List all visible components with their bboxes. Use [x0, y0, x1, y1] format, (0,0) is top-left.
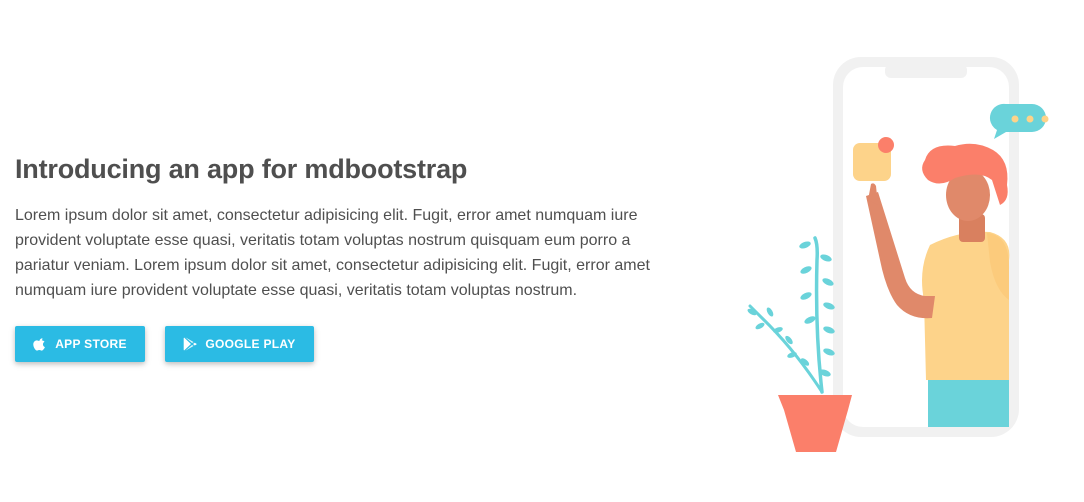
app-store-button[interactable]: APP STORE	[15, 326, 145, 362]
app-store-label: APP STORE	[55, 337, 127, 351]
hero-description: Lorem ipsum dolor sit amet, consectetur …	[15, 207, 650, 299]
apple-icon	[33, 337, 47, 351]
app-illustration	[747, 57, 1049, 452]
download-buttons: APP STORE GOOGLE PLAY	[15, 326, 314, 362]
notification-icon	[853, 137, 894, 181]
google-play-button[interactable]: GOOGLE PLAY	[165, 326, 314, 362]
plant-icon	[747, 236, 835, 394]
chat-bubble-icon	[989, 103, 1049, 139]
page-title: Introducing an app for mdbootstrap	[15, 154, 468, 184]
google-play-icon	[183, 337, 197, 351]
hero-text: Introducing an app for mdbootstrap Lorem…	[15, 152, 655, 303]
flower-pot	[778, 395, 852, 452]
google-play-label: GOOGLE PLAY	[205, 337, 296, 351]
